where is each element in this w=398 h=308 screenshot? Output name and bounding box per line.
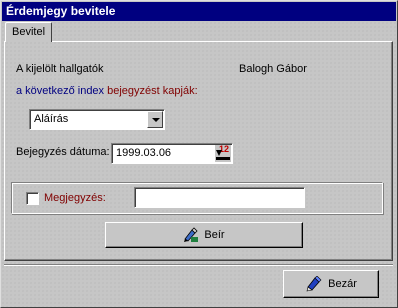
date-input[interactable]: 1999.03.06 12	[111, 143, 233, 164]
calendar-icon[interactable]: 12	[215, 144, 231, 162]
close-label: Bezár	[328, 278, 357, 290]
title-bar: Érdemjegy bevitele	[2, 2, 396, 21]
chevron-down-icon	[152, 118, 160, 122]
divider	[4, 264, 393, 266]
note-label: Megjegyzés:	[44, 192, 106, 204]
submit-label: Beír	[204, 229, 225, 241]
students-label: A kijelölt hallgatók	[16, 63, 104, 75]
note-checkbox[interactable]	[26, 192, 39, 205]
close-button[interactable]: Bezár	[283, 270, 379, 298]
student-name: Balogh Gábor	[239, 63, 307, 75]
tab-bevitel[interactable]: Bevitel	[5, 22, 52, 42]
next-index-label: a következő index bejegyzést kapják:	[16, 85, 198, 97]
date-value: 1999.03.06	[116, 147, 172, 159]
next-index-prefix: a következő index	[16, 85, 108, 97]
dropdown-button[interactable]	[147, 111, 163, 128]
dialog-window: Érdemjegy bevitele Bevitel A kijelölt ha…	[0, 0, 398, 308]
next-index-highlight: bejegyzést kapják:	[107, 85, 198, 97]
edit-icon	[184, 227, 199, 242]
close-icon	[306, 276, 322, 292]
calendar-arrow-glyph	[216, 150, 222, 156]
entry-type-select[interactable]: Aláírás	[29, 109, 165, 130]
entry-type-value: Aláírás	[34, 113, 69, 125]
note-input[interactable]	[134, 187, 305, 208]
submit-button[interactable]: Beír	[105, 222, 303, 248]
date-label: Bejegyzés dátuma:	[16, 146, 110, 158]
calendar-base-glyph	[216, 157, 230, 160]
